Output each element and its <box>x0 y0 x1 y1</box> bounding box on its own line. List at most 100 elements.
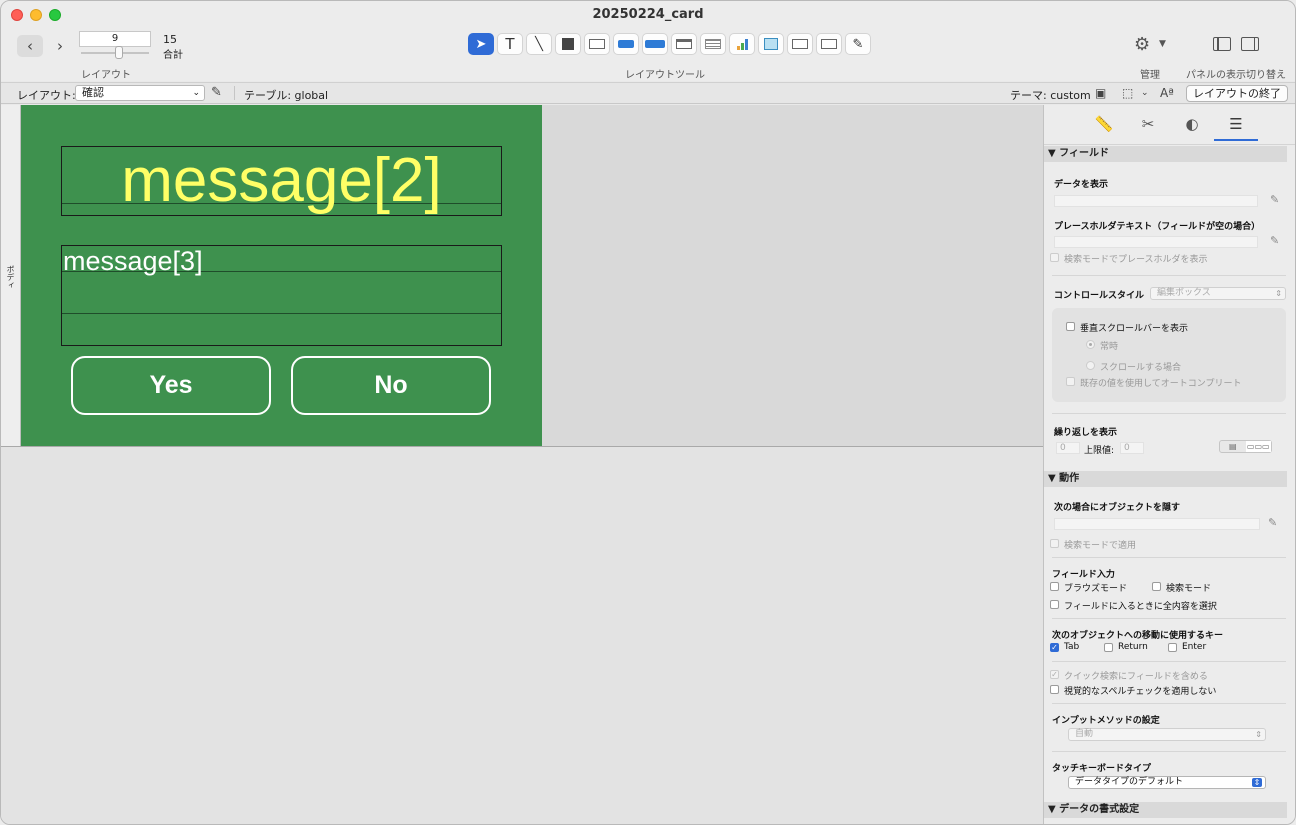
apply-in-find-checkbox[interactable] <box>1050 539 1059 548</box>
tools-caption: レイアウトツール <box>625 70 705 81</box>
popover-tool[interactable] <box>787 33 813 55</box>
button-tool[interactable] <box>613 33 639 55</box>
pencil-icon[interactable]: ✎ <box>1270 193 1279 206</box>
pencil-icon[interactable]: ✎ <box>1270 234 1279 247</box>
hide-object-input[interactable] <box>1054 518 1260 530</box>
record-slider-knob[interactable] <box>115 46 123 59</box>
divider <box>1052 661 1286 662</box>
show-data-input[interactable] <box>1054 195 1258 207</box>
placeholder-input[interactable] <box>1054 236 1258 248</box>
web-viewer-tool[interactable] <box>758 33 784 55</box>
placeholder-find-label: 検索モードでプレースホルダを表示 <box>1064 255 1208 265</box>
pointer-tool[interactable]: ➤ <box>468 33 494 55</box>
quick-find-label: クイック検索にフィールドを含める <box>1064 672 1208 682</box>
rep-upper-input[interactable]: 0 <box>1120 442 1144 454</box>
section-field[interactable]: ▼ フィールド <box>1044 146 1287 162</box>
placeholder-find-checkbox[interactable] <box>1050 253 1059 262</box>
theme-icon[interactable]: ▣ <box>1095 86 1106 100</box>
popover-button-tool[interactable] <box>816 33 842 55</box>
vscroll-checkbox[interactable] <box>1066 322 1075 331</box>
chevron-down-icon: ⌄ <box>1141 88 1149 98</box>
browse-mode-label: ブラウズモード <box>1064 584 1128 594</box>
chart-tool[interactable] <box>729 33 755 55</box>
previous-record-button[interactable]: ‹ <box>17 35 43 57</box>
tab-control-tool[interactable] <box>671 33 697 55</box>
vertical-orientation-icon[interactable]: ▤ <box>1220 441 1246 452</box>
rep-upper-label: 上限値: <box>1084 446 1115 456</box>
message2-field[interactable]: message[2] <box>61 146 502 216</box>
message3-text: message[3] <box>63 246 203 276</box>
vscroll-label: 垂直スクロールバーを表示 <box>1080 324 1189 334</box>
right-panel-toggle-icon[interactable] <box>1241 37 1259 51</box>
appearance-tab[interactable]: ◐ <box>1170 115 1214 133</box>
find-mode-label: 検索モード <box>1166 584 1212 594</box>
exit-layout-button[interactable]: レイアウトの終了 <box>1186 85 1288 102</box>
part-ruler[interactable]: ボディ <box>1 105 21 446</box>
styles-tab[interactable]: ✂ <box>1126 115 1170 133</box>
record-number-field[interactable]: 9 <box>79 31 151 47</box>
shape-tool[interactable] <box>555 33 581 55</box>
line-tool[interactable]: ╲ <box>526 33 552 55</box>
input-method-select[interactable]: 自動 ⇕ <box>1068 728 1266 741</box>
ruler-icon: 📏 <box>1094 115 1114 133</box>
layout-bar: レイアウト: 確認 ⌄ ✎ テーブル: global テーマ: custom ▣… <box>1 82 1295 104</box>
enter-key-checkbox[interactable] <box>1168 643 1177 652</box>
spellcheck-checkbox[interactable] <box>1050 685 1059 694</box>
browse-mode-checkbox[interactable] <box>1050 582 1059 591</box>
section-behavior[interactable]: ▼ 動作 <box>1044 471 1287 487</box>
when-scrolling-label: スクロールする場合 <box>1100 363 1182 373</box>
orientation-segmented[interactable]: ▤ ▭▭▭ <box>1219 440 1272 453</box>
chart-icon <box>736 38 748 50</box>
body-part-extent[interactable] <box>542 105 1043 446</box>
tools-icon: ✂ <box>1141 115 1155 133</box>
autocomplete-checkbox[interactable] <box>1066 377 1075 386</box>
text-tool[interactable]: T <box>497 33 523 55</box>
tab-key-checkbox[interactable]: ✓ <box>1050 643 1059 652</box>
repetitions-label: 繰り返しを表示 <box>1054 428 1118 438</box>
autocomplete-label: 既存の値を使用してオートコンプリート <box>1080 379 1242 389</box>
left-panel-toggle-icon[interactable] <box>1213 37 1231 51</box>
return-key-checkbox[interactable] <box>1104 643 1113 652</box>
divider <box>234 86 235 100</box>
inspector-tabs: 📏 ✂ ◐ ☰ <box>1044 105 1295 145</box>
section-data-format[interactable]: ▼ データの書式設定 <box>1044 802 1287 818</box>
message2-text: message[2] <box>121 146 442 215</box>
table-label: テーブル: global <box>244 89 329 102</box>
no-button[interactable]: No <box>291 356 491 415</box>
part-boundary[interactable] <box>1 446 1043 447</box>
layout-canvas[interactable]: ボディ message[2] message[3] Yes No <box>1 105 1043 824</box>
control-style-select[interactable]: 編集ボックス ⇕ <box>1150 287 1286 300</box>
when-scrolling-radio[interactable] <box>1086 361 1095 370</box>
layout-tools: ➤ T ╲ ✎ <box>468 33 871 57</box>
find-mode-checkbox[interactable] <box>1152 582 1161 591</box>
portal-tool[interactable] <box>700 33 726 55</box>
next-record-button[interactable]: › <box>47 35 73 57</box>
divider <box>1052 618 1286 619</box>
yes-button[interactable]: Yes <box>71 356 271 415</box>
quick-find-checkbox[interactable]: ✓ <box>1050 670 1059 679</box>
edit-layout-icon[interactable]: ✎ <box>211 85 222 100</box>
select-all-checkbox[interactable] <box>1050 600 1059 609</box>
button-bar-tool[interactable] <box>642 33 668 55</box>
layout-label: レイアウト: <box>17 89 76 102</box>
message3-field[interactable]: message[3] <box>61 245 502 346</box>
data-tab[interactable]: ☰ <box>1214 115 1258 141</box>
layout-select[interactable]: 確認 ⌄ <box>75 85 205 101</box>
pencil-icon[interactable]: ✎ <box>1268 516 1277 529</box>
format-painter-tool[interactable]: ✎ <box>845 33 871 55</box>
touch-keyboard-value: データタイプのデフォルト <box>1075 777 1184 787</box>
gear-icon[interactable]: ⚙ <box>1134 34 1150 55</box>
baseline <box>62 313 501 314</box>
horizontal-orientation-icon[interactable]: ▭▭▭ <box>1245 441 1271 452</box>
rep-from-input[interactable]: 0 <box>1056 442 1080 454</box>
grid-icon[interactable]: ⬚ <box>1122 86 1133 100</box>
field-tool[interactable] <box>584 33 610 55</box>
show-data-label: データを表示 <box>1054 180 1109 190</box>
always-radio[interactable] <box>1086 340 1095 349</box>
font-size-icon[interactable]: Aª <box>1160 86 1174 100</box>
input-method-label: インプットメソッドの設定 <box>1052 716 1160 726</box>
body-part[interactable]: message[2] message[3] Yes No <box>21 105 542 446</box>
touch-keyboard-select[interactable]: データタイプのデフォルト ⇕ <box>1068 776 1266 789</box>
button-icon <box>618 40 634 48</box>
position-tab[interactable]: 📏 <box>1082 115 1126 133</box>
